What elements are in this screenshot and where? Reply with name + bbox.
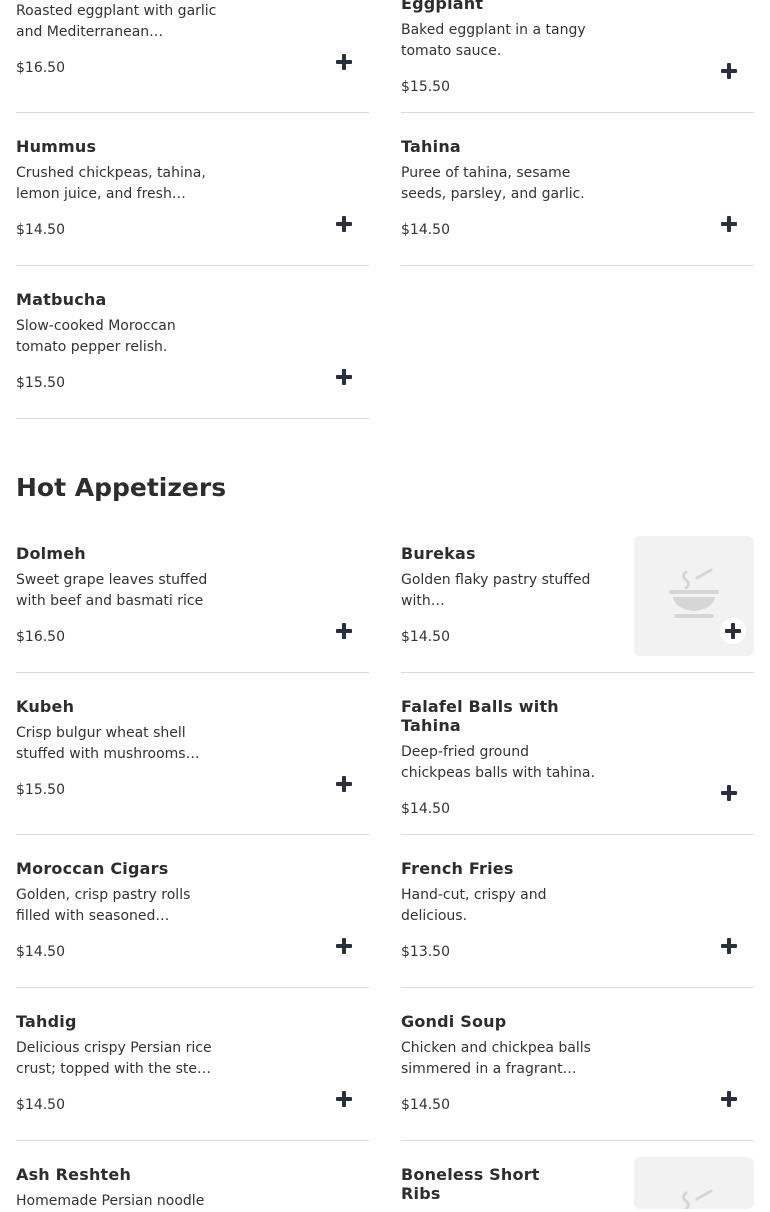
item-name: Kubeh	[16, 697, 75, 716]
item-description: Roasted eggplant with garlic and Mediter…	[16, 3, 217, 40]
item-price: $14.50	[16, 222, 65, 238]
add-to-cart-button[interactable]	[335, 622, 353, 640]
add-to-cart-button[interactable]	[335, 937, 353, 955]
divider	[16, 112, 369, 113]
item-description: Slow-cooked Moroccan tomato pepper relis…	[16, 318, 176, 355]
bowl-icon	[682, 1189, 713, 1209]
item-description: Golden, crisp pastry rolls filled with s…	[16, 887, 191, 924]
item-description: Sweet grape leaves stuffed with beef and…	[16, 572, 208, 609]
divider	[401, 672, 754, 673]
add-button-wrapper	[720, 618, 746, 644]
item-description: Delicious crispy Persian rice crust; top…	[16, 1040, 212, 1077]
add-to-cart-button[interactable]	[335, 53, 353, 71]
item-description: Hand-cut, crispy and delicious.	[401, 887, 547, 924]
item-description: Deep-fried ground chickpeas balls with t…	[401, 744, 595, 781]
divider	[16, 987, 369, 988]
item-description: Golden flaky pastry stuffed with…	[401, 572, 591, 609]
item-price: $16.50	[16, 629, 65, 645]
item-price: $14.50	[401, 222, 450, 238]
add-to-cart-button[interactable]	[335, 368, 353, 386]
item-name: French Fries	[401, 859, 514, 878]
add-to-cart-button[interactable]	[335, 775, 353, 793]
add-to-cart-button[interactable]	[335, 215, 353, 233]
divider	[16, 265, 369, 266]
divider	[401, 265, 754, 266]
item-name: Hummus	[16, 137, 97, 156]
item-name: Falafel Balls with Tahina	[401, 697, 559, 735]
divider	[16, 672, 369, 673]
item-description: Crisp bulgur wheat shell stuffed with mu…	[16, 725, 200, 762]
add-to-cart-button[interactable]	[720, 215, 738, 233]
item-price: $14.50	[401, 801, 450, 817]
section-title-hot-appetizers: Hot Appetizers	[16, 473, 227, 502]
item-price: $15.50	[16, 375, 65, 391]
item-description: Puree of tahina, sesame seeds, parsley, …	[401, 165, 585, 202]
divider	[16, 1140, 369, 1141]
item-name: Moroccan Cigars	[16, 859, 169, 878]
item-name: Gondi Soup	[401, 1012, 507, 1031]
divider	[401, 834, 754, 835]
add-to-cart-button[interactable]	[720, 784, 738, 802]
item-price: $14.50	[16, 1097, 65, 1113]
add-to-cart-button[interactable]	[720, 62, 738, 80]
item-name: Tahdig	[16, 1012, 77, 1031]
item-name: Matbucha	[16, 290, 107, 309]
add-to-cart-button[interactable]	[720, 937, 738, 955]
divider	[401, 1140, 754, 1141]
divider	[401, 987, 754, 988]
item-name: Tahina	[401, 137, 461, 156]
item-price: $13.50	[401, 944, 450, 960]
divider	[16, 834, 369, 835]
add-to-cart-button[interactable]	[724, 622, 742, 640]
item-price: $14.50	[401, 629, 450, 645]
item-price: $14.50	[401, 1097, 450, 1113]
item-description: Crushed chickpeas, tahina, lemon juice, …	[16, 165, 206, 202]
item-description: Baked eggplant in a tangy tomato sauce.	[401, 22, 586, 59]
divider	[401, 112, 754, 113]
item-name: Dolmeh	[16, 544, 86, 563]
item-name: Burekas	[401, 544, 476, 563]
item-price: $14.50	[16, 944, 65, 960]
item-name: Boneless Short Ribs	[401, 1165, 540, 1203]
item-description: Chicken and chickpea balls simmered in a…	[401, 1040, 591, 1077]
item-price: $16.50	[16, 60, 65, 76]
item-image-placeholder[interactable]	[634, 1157, 754, 1209]
item-name: Ash Reshteh	[16, 1165, 132, 1184]
bowl-icon	[669, 568, 719, 618]
divider	[16, 418, 369, 419]
item-name: Eggplant	[401, 0, 484, 13]
add-to-cart-button[interactable]	[335, 1090, 353, 1108]
item-price: $15.50	[16, 782, 65, 798]
item-price: $15.50	[401, 79, 450, 95]
add-to-cart-button[interactable]	[720, 1090, 738, 1108]
